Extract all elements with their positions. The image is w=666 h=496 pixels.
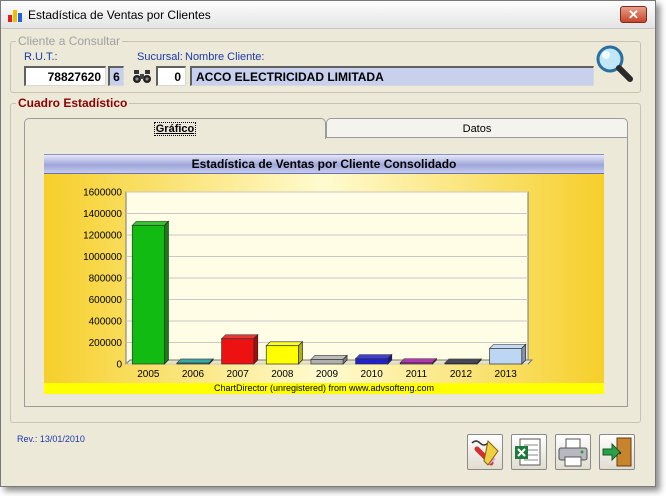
bar-front xyxy=(399,362,433,365)
cliente-name-field: ACCO ELECTRICIDAD LIMITADA xyxy=(190,66,594,86)
bar-top xyxy=(310,355,348,360)
y-tick-label: 1600000 xyxy=(83,188,122,199)
main-window: Estadística de Ventas por Clientes ✕ Cli… xyxy=(0,0,656,487)
pencil-eraser-icon xyxy=(471,439,499,466)
exit-door-icon xyxy=(602,437,632,467)
y-tick-label: 800000 xyxy=(89,274,123,285)
bar-top xyxy=(131,220,170,226)
printer-icon xyxy=(558,438,588,467)
tab-datos[interactable]: Datos xyxy=(326,118,628,139)
magnifier-icon xyxy=(596,45,633,82)
x-tick-label: 2013 xyxy=(495,369,518,380)
bar-2011 xyxy=(399,357,438,365)
bar-front xyxy=(444,362,478,365)
bar-2006 xyxy=(176,358,214,365)
bar-2007 xyxy=(220,333,259,365)
sales-chart: Estadística de Ventas por Cliente Consol… xyxy=(44,154,604,394)
x-tick-label: 2012 xyxy=(450,369,473,380)
x-tick-label: 2007 xyxy=(227,369,250,380)
rut-input[interactable]: 78827620 xyxy=(24,66,106,86)
nombre-cliente-label: Nombre Cliente: xyxy=(185,51,265,63)
bar-side xyxy=(164,220,169,365)
chart-credit: ChartDirector (unregistered) from www.ad… xyxy=(44,383,604,394)
x-tick-label: 2011 xyxy=(406,369,428,380)
bar-top xyxy=(220,334,259,340)
y-tick-label: 200000 xyxy=(89,338,123,349)
bar-2013 xyxy=(488,343,527,365)
rut-dv-field: 6 xyxy=(108,66,124,86)
y-tick-label: 600000 xyxy=(89,295,123,306)
title-bar: Estadística de Ventas por Clientes ✕ xyxy=(1,1,655,29)
bar-side xyxy=(521,343,527,365)
tab-grafico-label: Gráfico xyxy=(153,122,197,136)
x-tick-label: 2006 xyxy=(182,369,205,380)
tab-grafico[interactable]: Gráfico xyxy=(24,118,326,139)
stats-group-legend: Cuadro Estadístico xyxy=(16,96,130,110)
bar-top xyxy=(354,354,393,359)
bar-front xyxy=(176,362,210,365)
y-tick-label: 1000000 xyxy=(83,252,122,263)
tab-datos-label: Datos xyxy=(462,123,492,135)
sucursal-input[interactable]: 0 xyxy=(156,66,186,86)
y-tick-label: 400000 xyxy=(89,317,123,328)
y-tick-label: 1200000 xyxy=(83,231,122,242)
bar-front xyxy=(310,359,344,365)
close-button[interactable]: ✕ xyxy=(620,6,647,23)
bar-2010 xyxy=(354,353,393,365)
bar-2008 xyxy=(265,340,304,365)
x-tick-label: 2009 xyxy=(316,369,339,380)
client-group: Cliente a Consultar R.U.T.: Sucursal: No… xyxy=(10,34,641,93)
bar-side xyxy=(298,340,303,365)
x-tick-label: 2005 xyxy=(137,369,160,380)
bar-front xyxy=(131,224,165,365)
x-tick-label: 2010 xyxy=(361,369,384,380)
revision-label: Rev.: 13/01/2010 xyxy=(17,434,85,444)
exit-button[interactable] xyxy=(599,434,635,470)
client-group-legend: Cliente a Consultar xyxy=(16,34,123,48)
bar-front xyxy=(489,348,523,365)
export-excel-button[interactable] xyxy=(511,434,547,470)
bar-front xyxy=(221,338,255,365)
bar-top xyxy=(265,341,304,347)
edit-button[interactable] xyxy=(467,434,503,470)
bar-2012 xyxy=(444,358,482,365)
y-tick-label: 0 xyxy=(116,360,122,371)
x-tick-label: 2008 xyxy=(271,369,294,380)
bar-top xyxy=(444,358,482,364)
chart-plot: 0 200000 400000 600000 800000 1000000 1200000 1… xyxy=(44,174,604,383)
window-title: Estadística de Ventas por Clientes xyxy=(28,8,211,22)
bar-top xyxy=(176,358,214,364)
sucursal-label: Sucursal: xyxy=(137,51,183,63)
bar-side xyxy=(253,333,259,365)
print-button[interactable] xyxy=(555,434,591,470)
chart-app-icon xyxy=(8,10,22,22)
search-button[interactable] xyxy=(593,42,635,84)
bar-front xyxy=(355,358,389,365)
bar-top xyxy=(488,344,527,349)
bar-front xyxy=(265,345,299,365)
binoculars-icon[interactable] xyxy=(132,68,152,84)
bar-top xyxy=(399,358,438,364)
chart-title: Estadística de Ventas por Cliente Consol… xyxy=(44,154,604,174)
bar-2005 xyxy=(131,220,170,365)
rut-label: R.U.T.: xyxy=(24,51,58,63)
excel-icon xyxy=(515,438,541,466)
y-tick-label: 1400000 xyxy=(83,209,122,220)
bar-2009 xyxy=(310,354,348,365)
